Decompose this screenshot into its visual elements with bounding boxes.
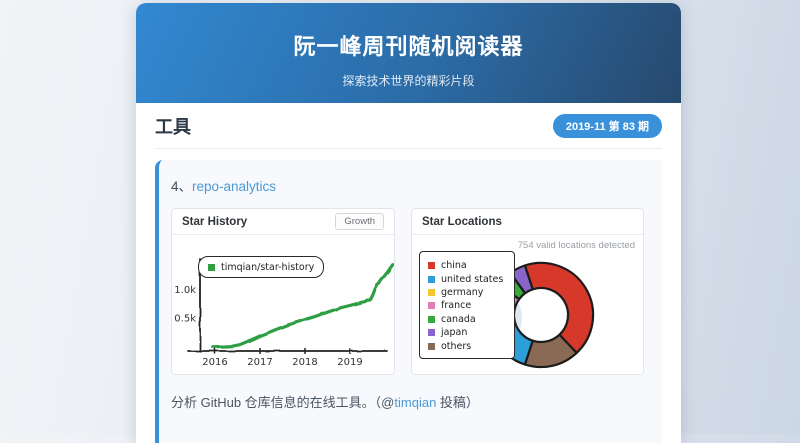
donut-legend-row: germany [428,286,507,299]
star-locations-header: Star Locations [412,209,643,235]
star-locations-card: Star Locations 754 valid locations detec… [411,208,644,375]
legend-swatch-icon [428,276,435,283]
legend-label: united states [441,274,503,285]
star-history-card: Star History Growth 0.5k 1.0k 2016 2017 2018… [171,208,395,375]
donut-legend-row: france [428,299,507,312]
legend-label: others [441,341,471,352]
item-title: 4、repo-analytics [171,175,648,195]
item-number: 4、 [171,179,192,194]
donut-chart-legend: china united states germany france canada jap… [419,251,515,359]
donut-legend-row: canada [428,313,507,326]
item-description: 分析 GitHub 仓库信息的在线工具。（@timqian 投稿） [171,392,648,411]
star-history-title: Star History [182,216,247,228]
main-card: 阮一峰周刊随机阅读器 探索技术世界的精彩片段 工具 2019-11 第 83 期… [136,3,681,443]
legend-label: germany [441,287,483,298]
star-locations-plot-area: 754 valid locations detected china united… [412,235,643,374]
legend-swatch-icon [208,264,215,271]
item-link[interactable]: repo-analytics [192,179,276,194]
legend-label: japan [441,327,467,338]
legend-label: canada [441,314,476,325]
legend-label: china [441,260,467,271]
donut-legend-row: united states [428,272,507,285]
page-header: 阮一峰周刊随机阅读器 探索技术世界的精彩片段 [136,3,681,103]
line-chart-legend: timqian/star-history [198,256,324,278]
section-title: 工具 [155,113,191,139]
legend-swatch-icon [428,289,435,296]
growth-button[interactable]: Growth [335,213,384,230]
section-header-row: 工具 2019-11 第 83 期 [155,103,662,149]
donut-legend-row: japan [428,326,507,339]
issue-badge[interactable]: 2019-11 第 83 期 [553,114,662,138]
locations-count-note: 754 valid locations detected [518,240,635,251]
svg-text:2016: 2016 [202,357,227,368]
item-card: 4、repo-analytics Star History Growth 0.5… [155,160,662,443]
page-title: 阮一峰周刊随机阅读器 [136,3,681,61]
svg-text:2019: 2019 [337,357,362,368]
svg-text:2017: 2017 [247,357,272,368]
svg-text:1.0k: 1.0k [174,285,196,296]
description-text: 分析 GitHub 仓库信息的在线工具。（@ [171,395,394,410]
star-history-header: Star History Growth [172,209,394,235]
legend-swatch-icon [428,302,435,309]
svg-text:0.5k: 0.5k [174,314,196,325]
page-subtitle: 探索技术世界的精彩片段 [136,72,681,89]
author-link[interactable]: timqian [394,395,436,410]
legend-label: france [441,300,471,311]
legend-swatch-icon [428,343,435,350]
svg-text:2018: 2018 [292,357,317,368]
legend-swatch-icon [428,262,435,269]
charts-row: Star History Growth 0.5k 1.0k 2016 2017 2018… [171,208,648,375]
donut-legend-row: others [428,339,507,352]
donut-legend-row: china [428,259,507,272]
legend-series-name: timqian/star-history [221,262,314,273]
star-locations-title: Star Locations [422,216,502,228]
description-suffix: 投稿） [436,395,479,410]
legend-swatch-icon [428,316,435,323]
legend-swatch-icon [428,329,435,336]
star-history-plot-area: 0.5k 1.0k 2016 2017 2018 2019 timqian/star-hi… [172,235,394,374]
content-area: 工具 2019-11 第 83 期 4、repo-analytics Star … [136,103,681,443]
